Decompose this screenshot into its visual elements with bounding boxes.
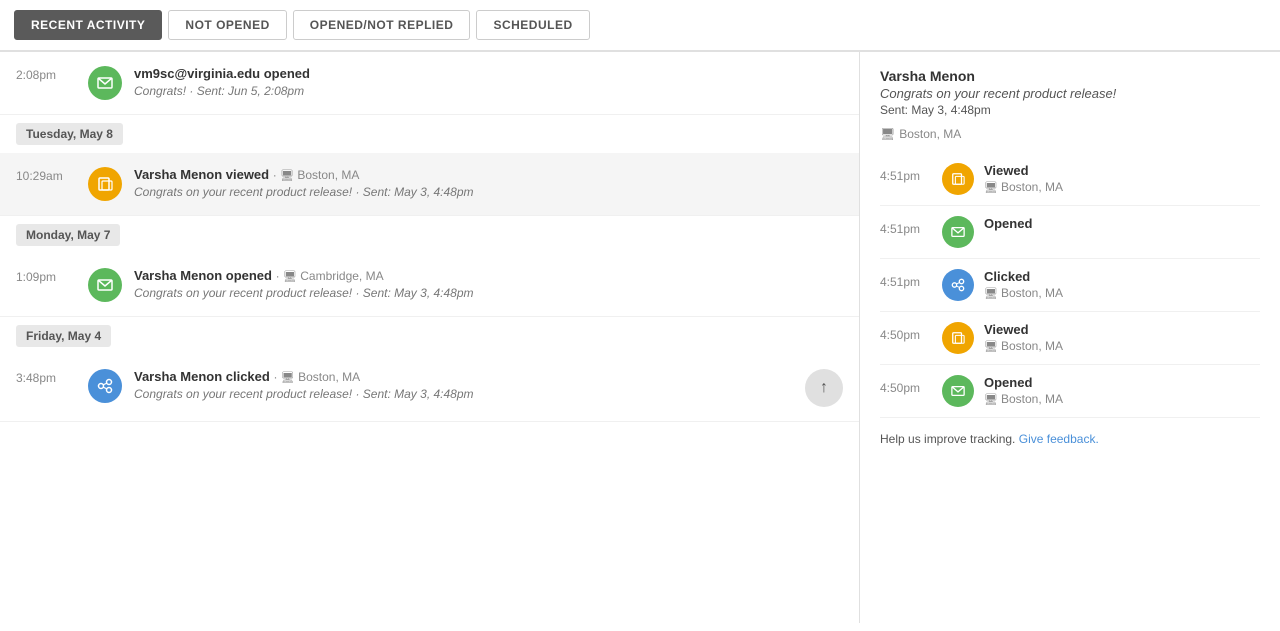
device-icon: 🖥: [280, 170, 294, 182]
right-event-time: 4:51pm: [880, 216, 932, 236]
left-panel: 2:08pm vm9sc@virginia.edu opened Congrats!…: [0, 52, 860, 623]
device-icon: 🖥: [880, 127, 895, 141]
right-event-time: 4:50pm: [880, 375, 932, 395]
activity-item[interactable]: 2:08pm vm9sc@virginia.edu opened Congrats!…: [0, 52, 859, 115]
right-event-location: 🖥 Boston, MA: [984, 339, 1260, 353]
right-activity-row: 4:50pm Viewed 🖥 Boston, MA: [880, 312, 1260, 365]
activity-title: vm9sc@virginia.edu opened: [134, 66, 843, 81]
feedback-text: Help us improve tracking.: [880, 432, 1015, 446]
right-panel-contact-name: Varsha Menon: [880, 68, 1260, 84]
device-icon: 🖥: [281, 372, 295, 384]
device-icon: 🖥: [984, 181, 998, 194]
activity-item[interactable]: 1:09pm Varsha Menon opened · 🖥 Cambridge,…: [0, 254, 859, 317]
device-icon: 🖥: [283, 271, 297, 283]
activity-time: 1:09pm: [16, 268, 76, 284]
activity-time: 10:29am: [16, 167, 76, 183]
right-activity-row: 4:51pm Clicked 🖥 Boston, MA: [880, 259, 1260, 312]
activity-subtitle: Congrats on your recent product release!…: [134, 286, 843, 300]
scroll-top-button[interactable]: ↑: [805, 369, 843, 407]
activity-title: Varsha Menon opened · 🖥 Cambridge, MA: [134, 268, 843, 283]
activity-subtitle: Congrats on your recent product release!…: [134, 185, 843, 199]
right-event-info: Opened 🖥 Boston, MA: [984, 375, 1260, 406]
activity-location: · 🖥 Boston, MA: [273, 168, 360, 182]
right-panel-subject: Congrats on your recent product release!: [880, 86, 1260, 101]
device-icon: 🖥: [984, 340, 998, 353]
activity-subtitle: Congrats on your recent product release!…: [134, 387, 795, 401]
activity-title: Varsha Menon viewed · 🖥 Boston, MA: [134, 167, 843, 182]
right-event-location: 🖥 Boston, MA: [984, 392, 1260, 406]
tab-recent-activity[interactable]: RECENT ACTIVITY: [14, 10, 162, 40]
right-event-icon-green: [942, 375, 974, 407]
main-layout: 2:08pm vm9sc@virginia.edu opened Congrats!…: [0, 52, 1280, 623]
right-panel-sent: Sent: May 3, 4:48pm: [880, 103, 1260, 117]
activity-subtitle: Congrats! · Sent: Jun 5, 2:08pm: [134, 84, 843, 98]
activity-title: Varsha Menon clicked · 🖥 Boston, MA: [134, 369, 795, 384]
date-separator: Tuesday, May 8: [0, 115, 859, 153]
right-event-info: Viewed 🖥 Boston, MA: [984, 163, 1260, 194]
right-event-info: Opened: [984, 216, 1260, 231]
tab-bar: RECENT ACTIVITYNOT OPENEDOPENED/NOT REPL…: [0, 0, 1280, 52]
activity-content: Varsha Menon opened · 🖥 Cambridge, MA Con…: [134, 268, 843, 300]
right-event-action: Viewed: [984, 322, 1260, 337]
tab-scheduled[interactable]: SCHEDULED: [476, 10, 589, 40]
device-icon: 🖥: [984, 287, 998, 300]
date-separator: Friday, May 4: [0, 317, 859, 355]
activity-time: 2:08pm: [16, 66, 76, 82]
right-event-location: 🖥 Boston, MA: [984, 286, 1260, 300]
activity-content: vm9sc@virginia.edu opened Congrats! · Sen…: [134, 66, 843, 98]
activity-icon-orange: [88, 167, 122, 201]
right-event-location: 🖥 Boston, MA: [984, 180, 1260, 194]
activity-location: · 🖥 Boston, MA: [273, 370, 360, 384]
right-event-action: Viewed: [984, 163, 1260, 178]
right-activity-row: 4:51pm Viewed 🖥 Boston, MA: [880, 153, 1260, 206]
right-activity-row: 4:51pm Opened: [880, 206, 1260, 259]
date-separator: Monday, May 7: [0, 216, 859, 254]
right-event-action: Clicked: [984, 269, 1260, 284]
activity-icon-green: [88, 66, 122, 100]
activity-location: · 🖥 Cambridge, MA: [276, 269, 384, 283]
right-activity-row: 4:50pm Opened 🖥 Boston, MA: [880, 365, 1260, 418]
tab-not-opened[interactable]: NOT OPENED: [168, 10, 286, 40]
right-event-icon-orange: [942, 322, 974, 354]
activity-item[interactable]: 3:48pm Varsha Menon clicked · 🖥 Boston, M…: [0, 355, 859, 422]
activity-icon-green: [88, 268, 122, 302]
tab-opened-not-replied[interactable]: OPENED/NOT REPLIED: [293, 10, 471, 40]
right-event-time: 4:51pm: [880, 163, 932, 183]
activity-item[interactable]: 10:29am Varsha Menon viewed · 🖥 Boston, M…: [0, 153, 859, 216]
right-event-info: Viewed 🖥 Boston, MA: [984, 322, 1260, 353]
activity-content: Varsha Menon viewed · 🖥 Boston, MA Congra…: [134, 167, 843, 199]
right-panel: Varsha Menon Congrats on your recent prod…: [860, 52, 1280, 623]
date-badge: Tuesday, May 8: [16, 123, 123, 145]
right-panel-location-small: 🖥 Boston, MA: [880, 127, 1260, 141]
right-event-time: 4:51pm: [880, 269, 932, 289]
feedback-bar: Help us improve tracking. Give feedback.: [880, 418, 1260, 450]
activity-content: Varsha Menon clicked · 🖥 Boston, MA Congr…: [134, 369, 795, 401]
feedback-link[interactable]: Give feedback.: [1019, 432, 1099, 446]
right-event-icon-green: [942, 216, 974, 248]
right-event-info: Clicked 🖥 Boston, MA: [984, 269, 1260, 300]
activity-time: 3:48pm: [16, 369, 76, 385]
right-event-action: Opened: [984, 216, 1260, 231]
right-event-time: 4:50pm: [880, 322, 932, 342]
date-badge: Monday, May 7: [16, 224, 120, 246]
device-icon: 🖥: [984, 393, 998, 406]
right-event-icon-orange: [942, 163, 974, 195]
date-badge: Friday, May 4: [16, 325, 111, 347]
activity-icon-blue: [88, 369, 122, 403]
right-event-action: Opened: [984, 375, 1260, 390]
right-event-icon-blue: [942, 269, 974, 301]
